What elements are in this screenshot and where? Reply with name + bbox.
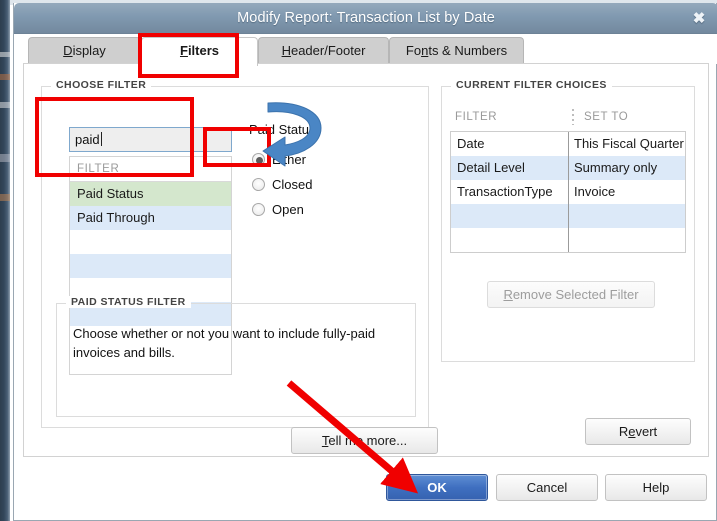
tab-fonts-numbers[interactable]: Fonts & Numbers: [389, 37, 524, 64]
tab-fonts-numbers-label: ts & Numbers: [428, 43, 508, 58]
description-legend: PAID STATUS FILTER: [66, 296, 191, 308]
current-filters-table-header: FILTER SET TO: [450, 109, 686, 131]
revert-button[interactable]: Revert: [585, 418, 691, 445]
choose-filter-legend: CHOOSE FILTER: [51, 79, 152, 91]
remove-filter-label: emove Selected Filter: [512, 287, 639, 302]
list-item-paid-status[interactable]: Paid Status: [70, 182, 231, 206]
tab-filters-accel: F: [179, 43, 188, 58]
radio-closed-icon: [252, 178, 265, 191]
dialog-titlebar: Modify Report: Transaction List by Date …: [14, 3, 717, 34]
tab-filters[interactable]: Filters: [141, 37, 258, 66]
help-button[interactable]: Help: [605, 474, 707, 501]
radio-open-label: Open: [272, 202, 304, 217]
revert-label: vert: [635, 424, 658, 439]
current-filters-table[interactable]: Date This Fiscal Quarter Detail Level Su…: [450, 131, 686, 253]
radio-closed[interactable]: Closed: [252, 174, 312, 196]
background-app-content: [0, 44, 10, 344]
text-caret: [100, 132, 102, 146]
modify-report-dialog: Modify Report: Transaction List by Date …: [13, 3, 717, 521]
tab-header-footer-accel: H: [281, 43, 291, 58]
list-item[interactable]: [70, 230, 231, 254]
choose-filter-group: CHOOSE FILTER paid FILTER Paid Status Pa…: [41, 79, 438, 454]
paid-status-group-label: Paid Status: [249, 122, 316, 137]
tell-me-more-label: ell me more...: [328, 433, 408, 448]
description-text: Choose whether or not you want to includ…: [73, 326, 376, 360]
screen: Modify Report: Transaction List by Date …: [0, 0, 717, 521]
list-item-paid-through[interactable]: Paid Through: [70, 206, 231, 230]
filters-panel: CHOOSE FILTER paid FILTER Paid Status Pa…: [23, 63, 709, 457]
filter-search-value: paid: [75, 132, 100, 147]
current-filters-legend: CURRENT FILTER CHOICES: [451, 79, 612, 91]
paid-status-filter-description-group: PAID STATUS FILTER Choose whether or not…: [56, 296, 416, 417]
cell-filter: Detail Level: [457, 160, 525, 175]
remove-selected-filter-button[interactable]: Remove Selected Filter: [487, 281, 655, 308]
tab-filters-label: ilters: [187, 43, 220, 58]
ok-button[interactable]: OK: [386, 474, 488, 501]
tell-me-more-button[interactable]: Tell me more...: [291, 427, 438, 454]
list-item[interactable]: [70, 254, 231, 278]
column-header-set-to: SET TO: [584, 111, 629, 123]
cell-filter: Date: [457, 136, 485, 151]
revert-prefix: R: [618, 424, 629, 439]
tab-fonts-numbers-prefix: Fo: [405, 43, 422, 58]
radio-either[interactable]: Either: [252, 149, 306, 171]
cell-set-to: Invoice: [574, 184, 616, 199]
column-header-filter: FILTER: [455, 111, 498, 123]
filter-list-header: FILTER: [70, 157, 231, 182]
cell-set-to: This Fiscal Quarter: [574, 136, 684, 151]
tab-header-footer-label: eader/Footer: [290, 43, 366, 58]
tab-strip: Display Filters Header/Footer Fonts & Nu…: [14, 34, 717, 66]
cell-filter: TransactionType: [457, 184, 553, 199]
cancel-button[interactable]: Cancel: [496, 474, 598, 501]
tab-display-label: isplay: [72, 43, 106, 58]
tab-display-accel: D: [63, 43, 73, 58]
radio-either-icon: [252, 153, 265, 166]
radio-closed-label: Closed: [272, 177, 313, 192]
column-resize-handle[interactable]: [572, 109, 574, 125]
radio-open-icon: [252, 203, 265, 216]
cell-set-to: Summary only: [574, 160, 658, 175]
tab-display[interactable]: Display: [28, 37, 141, 64]
tab-header-footer[interactable]: Header/Footer: [258, 37, 389, 64]
close-icon[interactable]: ✖: [688, 8, 710, 29]
radio-either-label: Either: [272, 152, 306, 167]
dialog-title: Modify Report: Transaction List by Date: [237, 10, 495, 26]
filter-search-input[interactable]: paid: [69, 127, 232, 152]
radio-open[interactable]: Open: [252, 199, 304, 221]
remove-filter-accel: R: [503, 287, 513, 302]
column-divider: [568, 132, 569, 252]
